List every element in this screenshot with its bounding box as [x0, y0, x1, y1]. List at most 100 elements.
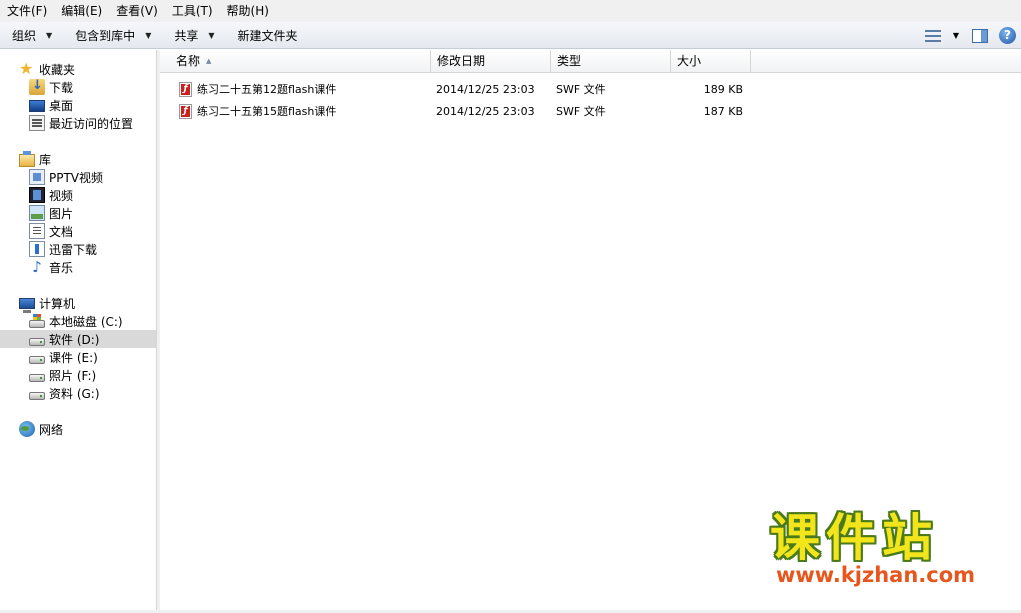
nav-item-downloads[interactable]: 下载 — [0, 78, 156, 96]
column-header-label: 类型 — [557, 54, 582, 68]
nav-network[interactable]: 网络 — [0, 420, 156, 438]
picture-icon — [29, 205, 45, 221]
nav-label: 收藏夹 — [39, 62, 76, 77]
nav-label: 图片 — [49, 206, 74, 221]
new-folder-button[interactable]: 新建文件夹 — [226, 22, 309, 49]
column-header-label: 修改日期 — [437, 54, 486, 68]
nav-label: 下载 — [49, 80, 74, 95]
organize-button[interactable]: 组织 ▼ — [0, 22, 63, 49]
menu-bar: 文件(F) 编辑(E) 查看(V) 工具(T) 帮助(H) — [0, 0, 1021, 22]
watermark-title: 课件站 — [770, 509, 938, 567]
download-library-icon — [29, 241, 45, 257]
nav-label: 计算机 — [39, 296, 76, 311]
navigation-pane: ★ 收藏夹 下载 桌面 最近访问的位置 库 PPTV视频 视频 图片 文档 迅雷… — [0, 50, 157, 610]
nav-item-documents[interactable]: 文档 — [0, 222, 156, 240]
menu-tools[interactable]: 工具(T) — [165, 0, 220, 22]
share-label: 共享 — [174, 28, 199, 43]
downloads-folder-icon — [29, 78, 45, 95]
nav-item-drive-g[interactable]: 资料 (G:) — [0, 384, 156, 402]
file-modified: 2014/12/25 23:03 — [436, 105, 535, 118]
file-modified: 2014/12/25 23:03 — [436, 83, 535, 96]
column-header-label: 名称 — [176, 54, 201, 68]
network-globe-icon — [19, 421, 35, 437]
nav-label: 资料 (G:) — [49, 386, 100, 401]
drive-icon — [29, 337, 45, 346]
organize-label: 组织 — [12, 28, 37, 43]
nav-label: 文档 — [49, 224, 74, 239]
star-icon: ★ — [19, 59, 34, 78]
column-header-modified[interactable]: 修改日期 — [431, 50, 551, 73]
nav-item-drive-e[interactable]: 课件 (E:) — [0, 348, 156, 366]
drive-icon — [29, 373, 45, 382]
file-row[interactable]: 练习二十五第12题flash课件 2014/12/25 23:03 SWF 文件… — [160, 79, 1021, 101]
nav-favorites[interactable]: ★ 收藏夹 — [0, 60, 156, 78]
file-size: 187 KB — [703, 105, 743, 118]
details-view-icon[interactable] — [924, 29, 941, 43]
video-library-icon — [29, 169, 45, 185]
menu-file[interactable]: 文件(F) — [0, 0, 54, 22]
view-options-chevron-icon[interactable]: ▼ — [953, 31, 959, 40]
sort-ascending-icon: ▲ — [206, 57, 212, 65]
nav-item-desktop[interactable]: 桌面 — [0, 96, 156, 114]
file-type: SWF 文件 — [556, 105, 606, 118]
nav-label: PPTV视频 — [49, 170, 104, 185]
nav-label: 视频 — [49, 188, 74, 203]
menu-help[interactable]: 帮助(H) — [220, 0, 276, 22]
recent-places-icon — [29, 115, 45, 131]
menu-edit[interactable]: 编辑(E) — [54, 0, 109, 22]
nav-item-videos[interactable]: 视频 — [0, 186, 156, 204]
include-in-library-label: 包含到库中 — [75, 28, 136, 43]
nav-libraries[interactable]: 库 — [0, 150, 156, 168]
column-header-label: 大小 — [677, 54, 702, 68]
document-icon — [29, 223, 45, 239]
file-name: 练习二十五第15题flash课件 — [197, 105, 337, 118]
preview-pane-icon[interactable] — [972, 28, 988, 43]
nav-label: 桌面 — [49, 98, 74, 113]
swf-file-icon — [179, 82, 192, 97]
nav-item-drive-c[interactable]: 本地磁盘 (C:) — [0, 312, 156, 330]
nav-label: 库 — [39, 152, 52, 167]
nav-label: 课件 (E:) — [49, 350, 98, 365]
nav-label: 本地磁盘 (C:) — [49, 314, 123, 329]
menu-view[interactable]: 查看(V) — [109, 0, 165, 22]
column-header-name[interactable]: 名称 ▲ — [160, 50, 431, 73]
nav-item-pptv-video[interactable]: PPTV视频 — [0, 168, 156, 186]
chevron-down-icon: ▼ — [145, 30, 152, 40]
column-header-type[interactable]: 类型 — [551, 50, 671, 73]
new-folder-label: 新建文件夹 — [237, 28, 298, 43]
nav-label: 迅雷下载 — [49, 242, 98, 257]
music-note-icon: ♪ — [32, 258, 42, 276]
nav-label: 照片 (F:) — [49, 368, 97, 383]
command-bar: 组织 ▼ 包含到库中 ▼ 共享 ▼ 新建文件夹 ▼ ? — [0, 22, 1021, 49]
nav-label: 网络 — [39, 422, 64, 437]
nav-label: 最近访问的位置 — [49, 116, 134, 131]
library-icon — [19, 150, 35, 167]
file-name: 练习二十五第12题flash课件 — [197, 83, 337, 96]
nav-item-drive-d[interactable]: 软件 (D:) — [0, 330, 156, 348]
computer-icon — [19, 298, 35, 313]
film-icon — [29, 187, 45, 203]
nav-label: 音乐 — [49, 260, 74, 275]
file-type: SWF 文件 — [556, 83, 606, 96]
chevron-down-icon: ▼ — [46, 30, 53, 40]
column-header-row: 名称 ▲ 修改日期 类型 大小 — [160, 50, 1021, 73]
share-button[interactable]: 共享 ▼ — [162, 22, 225, 49]
nav-item-drive-f[interactable]: 照片 (F:) — [0, 366, 156, 384]
system-drive-icon — [29, 314, 45, 328]
column-header-size[interactable]: 大小 — [671, 50, 751, 73]
include-in-library-button[interactable]: 包含到库中 ▼ — [63, 22, 162, 49]
chevron-down-icon: ▼ — [208, 30, 215, 40]
nav-computer[interactable]: 计算机 — [0, 294, 156, 313]
help-icon[interactable]: ? — [999, 27, 1016, 44]
nav-item-recent-places[interactable]: 最近访问的位置 — [0, 114, 156, 132]
watermark-url: www.kjzhan.com — [776, 563, 976, 587]
drive-icon — [29, 355, 45, 364]
file-size: 189 KB — [703, 83, 743, 96]
nav-item-pictures[interactable]: 图片 — [0, 204, 156, 222]
nav-item-music[interactable]: ♪ 音乐 — [0, 258, 156, 276]
drive-icon — [29, 391, 45, 400]
file-row[interactable]: 练习二十五第15题flash课件 2014/12/25 23:03 SWF 文件… — [160, 101, 1021, 123]
swf-file-icon — [179, 104, 192, 119]
nav-item-thunder-downloads[interactable]: 迅雷下载 — [0, 240, 156, 258]
desktop-icon — [29, 100, 45, 112]
